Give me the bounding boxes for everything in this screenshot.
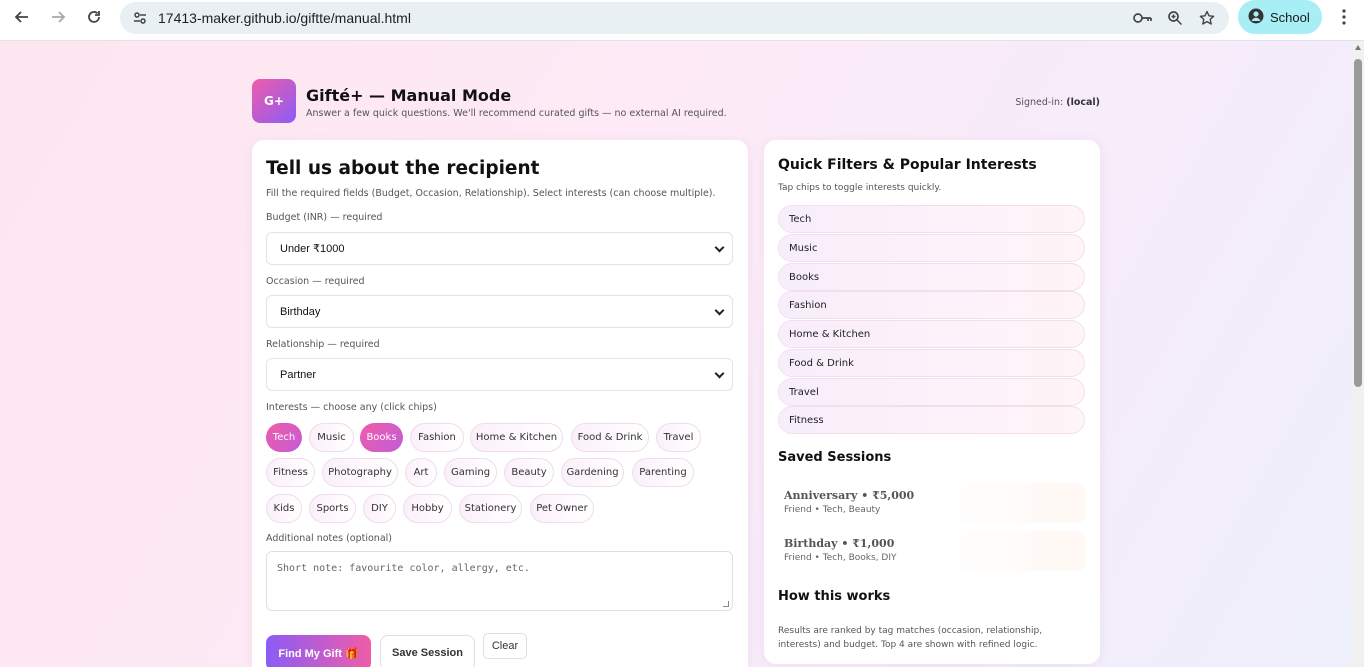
zoom-icon[interactable] [1163, 6, 1187, 30]
interest-chip[interactable]: Hobby [403, 494, 452, 523]
interest-chip[interactable]: DIY [363, 494, 396, 523]
form-description: Fill the required fields (Budget, Occasi… [266, 188, 716, 199]
interest-chip[interactable]: Art [405, 458, 437, 487]
session-title: Anniversary • ₹5,000 [784, 489, 915, 502]
app-subtitle: Answer a few quick questions. We'll reco… [306, 108, 727, 119]
page-content: G+ Gifté+ — Manual Mode Answer a few qui… [0, 41, 1352, 667]
filter-chip[interactable]: Home & Kitchen [778, 320, 1085, 348]
key-icon[interactable] [1131, 6, 1155, 30]
url-text[interactable]: 17413-maker.github.io/giftte/manual.html [158, 10, 411, 26]
save-session-button[interactable]: Save Session [380, 635, 475, 667]
forward-icon[interactable] [40, 0, 76, 34]
budget-value: Under ₹1000 [280, 243, 345, 255]
app-title: Gifté+ — Manual Mode [306, 86, 512, 105]
budget-select[interactable]: Under ₹1000 [266, 232, 733, 265]
interest-chip[interactable]: Travel [656, 423, 701, 452]
find-gift-button[interactable]: Find My Gift 🎁 [266, 635, 371, 667]
site-settings-icon[interactable] [122, 10, 158, 26]
interest-chip[interactable]: Gardening [561, 458, 624, 487]
filter-chip[interactable]: Books [778, 263, 1085, 291]
scroll-up-arrow-icon[interactable] [1355, 45, 1361, 50]
notes-label: Additional notes (optional) [266, 533, 392, 544]
how-it-works-text: Results are ranked by tag matches (occas… [778, 626, 1043, 650]
chevron-down-icon [714, 305, 725, 316]
interest-chip[interactable]: Tech [266, 423, 302, 452]
occasion-label: Occasion — required [266, 276, 365, 287]
scrollbar-thumb[interactable] [1354, 59, 1362, 387]
saved-session-item[interactable]: Anniversary • ₹5,000 Friend • Tech, Beau… [778, 483, 1085, 523]
profile-avatar-icon [1248, 8, 1264, 27]
notes-textarea[interactable]: Short note: favourite color, allergy, et… [266, 551, 733, 611]
interest-chip[interactable]: Pet Owner [530, 494, 594, 523]
relationship-value: Partner [280, 368, 317, 381]
interest-chip[interactable]: Sports [309, 494, 356, 523]
interest-chip[interactable]: Parenting [632, 458, 694, 487]
filter-chip[interactable]: Fitness [778, 406, 1085, 434]
session-title: Birthday • ₹1,000 [784, 537, 895, 550]
form-title: Tell us about the recipient [266, 158, 540, 179]
resize-handle-icon[interactable] [723, 601, 729, 607]
interest-chip[interactable]: Stationery [459, 494, 522, 523]
interest-chip[interactable]: Home & Kitchen [470, 423, 563, 452]
interest-chip[interactable]: Beauty [504, 458, 554, 487]
signed-in-status: Signed-in: (local) [1015, 97, 1100, 108]
filters-description: Tap chips to toggle interests quickly. [778, 183, 942, 193]
recipient-form-card: Tell us about the recipient Fill the req… [252, 140, 748, 667]
page-scrollbar[interactable] [1352, 41, 1364, 667]
clear-button[interactable]: Clear [483, 633, 527, 659]
how-it-works-title: How this works [778, 589, 891, 604]
chevron-down-icon [714, 242, 725, 253]
app-logo: G+ [252, 79, 296, 123]
signed-in-label: Signed-in: [1015, 97, 1064, 108]
interest-chip[interactable]: Fashion [410, 423, 464, 452]
interest-chip[interactable]: Food & Drink [571, 423, 649, 452]
address-bar[interactable]: 17413-maker.github.io/giftte/manual.html [120, 2, 1229, 34]
interest-chip[interactable]: Fitness [266, 458, 315, 487]
filter-chip[interactable]: Food & Drink [778, 349, 1085, 377]
filter-chip[interactable]: Tech [778, 205, 1085, 233]
interest-chip[interactable]: Music [309, 423, 354, 452]
saved-session-item[interactable]: Birthday • ₹1,000 Friend • Tech, Books, … [778, 531, 1085, 571]
sidebar-card: Quick Filters & Popular Interests Tap ch… [764, 140, 1100, 664]
filter-chip[interactable]: Music [778, 234, 1085, 262]
chevron-down-icon [714, 368, 725, 379]
interest-chip[interactable]: Gaming [444, 458, 497, 487]
saved-sessions-title: Saved Sessions [778, 450, 892, 465]
filter-chip[interactable]: Travel [778, 378, 1085, 406]
relationship-label: Relationship — required [266, 339, 380, 350]
app-header: G+ Gifté+ — Manual Mode Answer a few qui… [252, 79, 1100, 125]
relationship-select[interactable]: Partner [266, 358, 733, 391]
occasion-value: Birthday [280, 305, 321, 318]
filters-title: Quick Filters & Popular Interests [778, 157, 1037, 173]
interests-label: Interests — choose any (click chips) [266, 402, 437, 413]
interest-chip[interactable]: Photography [322, 458, 398, 487]
interest-chip[interactable]: Books [360, 423, 403, 452]
signed-in-value: (local) [1066, 97, 1100, 108]
budget-label: Budget (INR) — required [266, 212, 383, 223]
menu-icon[interactable] [1334, 4, 1354, 30]
session-subtitle: Friend • Tech, Beauty [784, 505, 881, 515]
notes-placeholder: Short note: favourite color, allergy, et… [277, 563, 530, 574]
browser-toolbar: 17413-maker.github.io/giftte/manual.html… [0, 0, 1364, 41]
profile-name: School [1270, 9, 1310, 25]
profile-button[interactable]: School [1238, 0, 1322, 34]
star-icon[interactable] [1195, 6, 1219, 30]
interest-chip[interactable]: Kids [266, 494, 302, 523]
reload-icon[interactable] [76, 0, 112, 34]
session-subtitle: Friend • Tech, Books, DIY [784, 553, 897, 563]
filter-chip[interactable]: Fashion [778, 291, 1085, 319]
back-icon[interactable] [4, 0, 40, 34]
occasion-select[interactable]: Birthday [266, 295, 733, 328]
